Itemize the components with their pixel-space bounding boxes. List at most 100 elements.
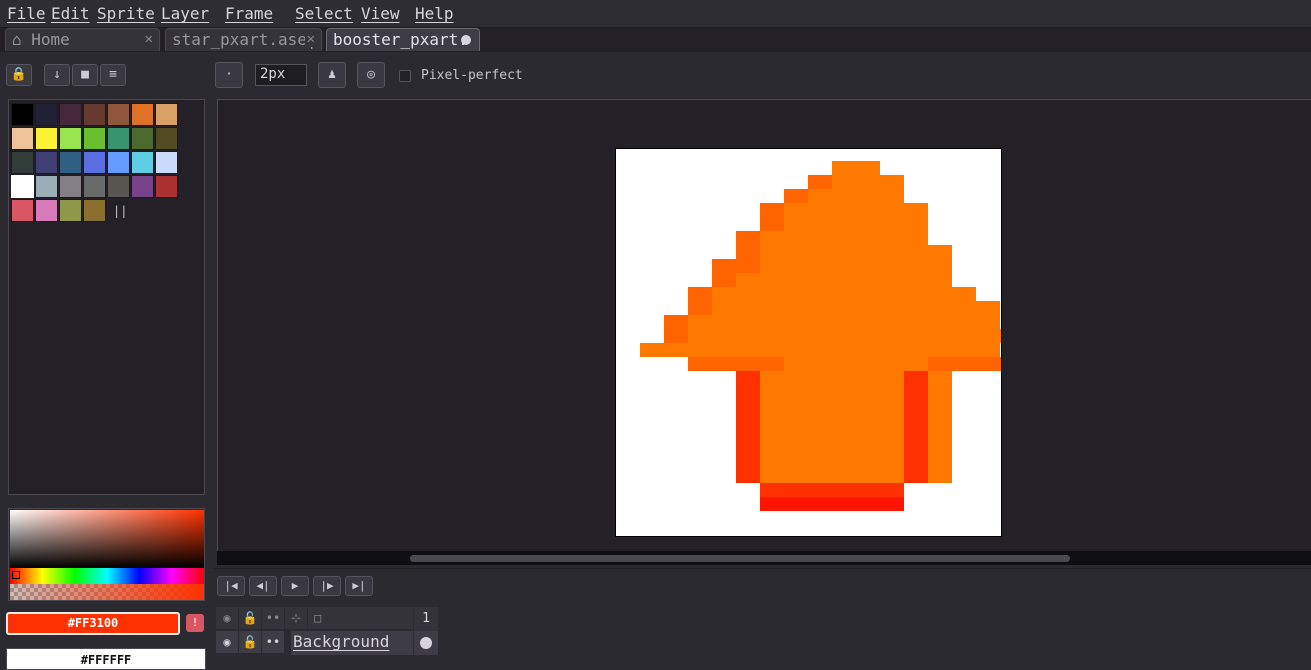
hue-cursor[interactable]	[12, 571, 20, 579]
palette-swatch[interactable]	[35, 199, 58, 222]
palette-swatch[interactable]	[131, 103, 154, 126]
sprite-pixel	[856, 231, 880, 245]
palette-swatch[interactable]	[83, 151, 106, 174]
menu-layer[interactable]: Layer	[161, 4, 209, 23]
sprite-pixel	[808, 203, 832, 217]
next-frame-button[interactable]: |▶	[313, 576, 341, 596]
pixel-perfect-checkbox[interactable]	[399, 70, 411, 82]
layer-name-background[interactable]: Background	[291, 631, 413, 655]
palette-swatch[interactable]	[35, 175, 58, 198]
horizontal-scrollbar-thumb[interactable]	[410, 555, 1070, 562]
tab-star-pxart[interactable]: star_pxart.ase| ✕	[165, 28, 322, 51]
palette-swatch[interactable]	[59, 151, 82, 174]
palette-swatch[interactable]	[35, 127, 58, 150]
eye-icon[interactable]: ◉	[216, 607, 238, 629]
sprite-pixel	[856, 287, 880, 301]
sprite-pixel	[736, 455, 760, 469]
menu-view[interactable]: View	[361, 4, 400, 23]
sprite-pixel	[904, 231, 928, 245]
sprite-pixel	[832, 469, 856, 483]
close-icon[interactable]: ✕	[145, 31, 153, 47]
palette-swatch[interactable]	[83, 175, 106, 198]
palette-swatch[interactable]	[59, 175, 82, 198]
palette-swatch[interactable]	[131, 175, 154, 198]
palette-swatch[interactable]	[107, 103, 130, 126]
saturation-value-area[interactable]	[10, 510, 204, 568]
palette-swatch[interactable]	[155, 103, 178, 126]
sprite-pixel	[856, 413, 880, 427]
sprite-pixel	[904, 469, 928, 483]
palette-swatch[interactable]	[155, 127, 178, 150]
sprite-pixel	[880, 343, 904, 357]
previous-frame-button[interactable]: ◀|	[249, 576, 277, 596]
palette-swatch[interactable]	[35, 151, 58, 174]
sprite-pixel	[904, 441, 928, 455]
sprite-pixel	[904, 217, 928, 231]
first-frame-button[interactable]: |◀	[217, 576, 245, 596]
modified-dot-icon[interactable]	[461, 35, 471, 45]
palette-menu-icon[interactable]: ≡	[100, 64, 126, 86]
last-frame-button[interactable]: ▶|	[345, 576, 373, 596]
palette-swatch[interactable]	[11, 103, 34, 126]
palette-swatch[interactable]	[83, 127, 106, 150]
lock-icon[interactable]: 🔓	[239, 631, 261, 653]
sprite-pixel	[712, 301, 736, 315]
palette-swatch[interactable]	[11, 151, 34, 174]
tab-booster-pxart[interactable]: booster_pxart.	[326, 28, 480, 51]
foreground-color-button[interactable]: #FF3100	[6, 612, 180, 635]
sprite-pixel	[784, 287, 808, 301]
sprite-pixel	[880, 385, 904, 399]
lock-icon[interactable]: 🔒	[6, 64, 32, 86]
color-warning-icon[interactable]: !	[186, 614, 204, 632]
alpha-slider[interactable]	[10, 584, 204, 600]
palette-swatch[interactable]	[83, 103, 106, 126]
layer-header[interactable]: □	[308, 607, 413, 629]
layer-tree-icon[interactable]: ⊹	[285, 607, 307, 629]
sprite-canvas[interactable]	[615, 148, 1024, 537]
palette-swatch[interactable]	[59, 127, 82, 150]
eye-icon[interactable]: ◉	[216, 631, 238, 653]
cel-frame-1[interactable]	[414, 631, 438, 655]
palette-swatch[interactable]	[107, 127, 130, 150]
play-button[interactable]: ▶	[281, 576, 309, 596]
sprite-pixel	[808, 217, 832, 231]
tab-home[interactable]: ⌂ Home ✕	[5, 28, 160, 51]
brush-size-input[interactable]: 2px	[255, 64, 307, 86]
continuous-icon[interactable]: ••	[262, 631, 284, 653]
palette-swatch[interactable]	[59, 199, 82, 222]
hue-slider[interactable]	[10, 568, 204, 584]
palette-swatch[interactable]	[11, 199, 34, 222]
brush-type-button[interactable]: ·	[215, 62, 243, 88]
ink-stamp-icon[interactable]: ♟	[318, 62, 346, 88]
palette-swatch[interactable]	[107, 151, 130, 174]
palette-swatch[interactable]	[155, 175, 178, 198]
menu-edit[interactable]: Edit	[51, 4, 90, 23]
palette-swatch[interactable]	[11, 127, 34, 150]
lock-icon[interactable]: 🔓	[239, 607, 261, 629]
palette-swatch[interactable]	[107, 175, 130, 198]
palette-swatch[interactable]	[131, 151, 154, 174]
menu-frame[interactable]: Frame	[225, 4, 273, 23]
palette-resize-handle[interactable]: ||	[113, 204, 127, 218]
palette-swatch[interactable]	[11, 175, 34, 198]
palette-swatch[interactable]	[59, 103, 82, 126]
menu-file[interactable]: File	[7, 4, 46, 23]
palette-swatch[interactable]	[131, 127, 154, 150]
menu-help[interactable]: Help	[415, 4, 454, 23]
palette-swatch[interactable]	[83, 199, 106, 222]
sprite-pixel	[856, 399, 880, 413]
color-picker[interactable]	[8, 508, 205, 601]
sprite-pixel	[928, 245, 952, 259]
menu-sprite[interactable]: Sprite	[97, 4, 155, 23]
frame-number[interactable]: 1	[414, 607, 438, 631]
close-icon[interactable]: ✕	[304, 31, 315, 47]
continuous-icon[interactable]: ••	[262, 607, 284, 629]
menu-select[interactable]: Select	[295, 4, 353, 23]
palette-swatch[interactable]	[35, 103, 58, 126]
background-color-button[interactable]: #FFFFFF	[6, 648, 206, 670]
palette-swatch[interactable]	[155, 151, 178, 174]
opacity-icon[interactable]: ◎	[357, 62, 385, 88]
sort-down-icon[interactable]: ↓	[44, 64, 70, 86]
sprite-pixel	[784, 455, 808, 469]
save-palette-icon[interactable]: ■	[72, 64, 98, 86]
